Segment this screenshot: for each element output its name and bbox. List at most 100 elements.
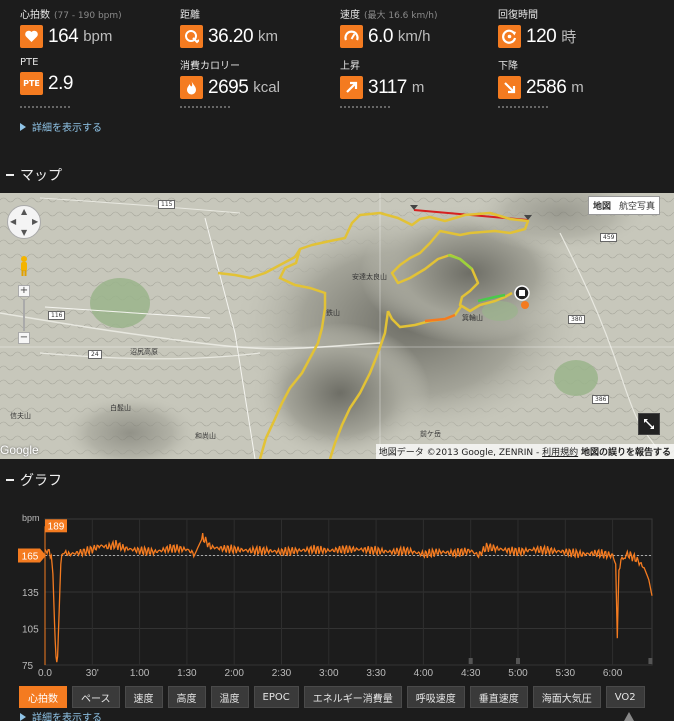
metric-tab[interactable]: VO2 — [605, 686, 645, 708]
map-type-satellite-button[interactable]: 航空写真 — [615, 197, 659, 214]
stat-value: 6.0 — [368, 25, 393, 47]
stat-unit: km — [258, 28, 279, 45]
place-label: 和尚山 — [195, 432, 216, 440]
map-section-header[interactable]: マップ — [6, 165, 62, 185]
place-label: 白髭山 — [110, 404, 131, 412]
pan-left-icon[interactable]: ◀ — [10, 217, 16, 226]
place-label: 箕輪山 — [462, 314, 483, 322]
x-tick-label: 2:30 — [272, 668, 292, 679]
terms-link[interactable]: 利用規約 — [542, 448, 578, 458]
scroll-up-icon[interactable] — [624, 712, 634, 721]
stat-label: 上昇 — [340, 61, 360, 72]
zoom-slider[interactable] — [23, 299, 25, 331]
metric-tab[interactable]: 心拍数 — [19, 686, 67, 708]
metric-tabs: 心拍数 ペース 速度 高度 温度 EPOC エネルギー消費量 呼吸速度 垂直速度 海面大気圧 VO2 — [19, 686, 645, 708]
metric-tab[interactable]: 速度 — [124, 686, 163, 708]
stat-unit: m — [411, 79, 425, 96]
stat-distance: 距離 36.20 km — [180, 6, 335, 48]
metric-tab[interactable]: 温度 — [210, 686, 249, 708]
place-label: 安達太良山 — [352, 273, 387, 281]
road-number-badge: 116 — [48, 311, 66, 320]
collapse-icon — [6, 174, 14, 176]
x-tick-label: 5:00 — [508, 668, 528, 679]
x-tick-label: 0.0 — [38, 668, 52, 679]
expand-triangle-icon — [20, 712, 26, 721]
y-tick-label: 75 — [22, 661, 34, 672]
stat-speedometer: 速度 (最大 16.6 km/h) 6.0 km/h — [340, 6, 495, 48]
metric-tab[interactable]: ペース — [72, 686, 120, 708]
pan-right-icon[interactable]: ▶ — [32, 217, 38, 226]
pan-control[interactable]: ▲ ▼ ◀ ▶ — [7, 205, 41, 239]
graph-section-title: グラフ — [20, 473, 62, 489]
metric-tab[interactable]: 海面大気圧 — [532, 686, 601, 708]
stat-value: 120 — [526, 25, 557, 47]
pan-up-icon[interactable]: ▲ — [21, 207, 27, 216]
stat-label: 速度 (最大 16.6 km/h) — [340, 10, 438, 21]
google-logo: Google — [0, 443, 39, 457]
stat-unit: m — [571, 79, 584, 96]
x-tick-label: 1:30 — [177, 668, 197, 679]
terrain-background — [0, 193, 674, 459]
place-label: 前ケ岳 — [420, 430, 441, 438]
stat-recovery: 回復時間 120 時 — [498, 6, 653, 48]
x-tick-label: 3:00 — [319, 668, 339, 679]
lap-marker — [515, 658, 520, 664]
metric-tab[interactable]: エネルギー消費量 — [303, 686, 402, 708]
stat-value: 2586 — [526, 76, 567, 98]
stat-ascent: 上昇 3117 m — [340, 57, 495, 99]
descent-icon — [498, 76, 521, 99]
place-label: 鉄山 — [326, 309, 340, 317]
place-label: 信夫山 — [10, 412, 31, 420]
show-details-link[interactable]: 詳細を表示する — [20, 119, 102, 134]
flame-icon — [180, 76, 203, 99]
stat-label: 距離 — [180, 10, 200, 21]
y-unit-label: bpm — [22, 513, 40, 523]
map-type-control: 地図 航空写真 — [587, 196, 660, 215]
lap-marker — [468, 658, 473, 664]
metric-tab[interactable]: 垂直速度 — [469, 686, 528, 708]
pegman-icon[interactable] — [18, 255, 30, 277]
stat-unit: km/h — [397, 28, 431, 45]
road-number-badge: 459 — [600, 233, 618, 242]
map-data-credit: 地図データ ©2013 Google, ZENRIN — [378, 448, 534, 458]
metric-tab[interactable]: 高度 — [167, 686, 206, 708]
lap-marker — [648, 658, 653, 664]
place-label: 沼尻高原 — [130, 348, 158, 356]
truncated-stats-row — [0, 106, 674, 112]
expand-arrows-icon — [644, 419, 654, 429]
pte-icon: PTE — [20, 72, 43, 95]
chart-svg: 75 105 135 bpm 0.0 30' 1:00 1:30 2:00 2:30 3:00 3:3… — [18, 513, 653, 679]
graph-section-header[interactable]: グラフ — [6, 470, 62, 490]
stat-heart: 心拍数 (77 - 190 bpm) 164 bpm — [20, 6, 175, 48]
summary-stats: 心拍数 (77 - 190 bpm) 164 bpm 距離 36.20 km 速度… — [0, 0, 674, 153]
stat-unit: 時 — [561, 29, 577, 46]
stat-label: PTE — [20, 57, 39, 68]
show-details-link-2[interactable]: 詳細を表示する — [20, 709, 102, 721]
stat-value: 2.9 — [48, 72, 73, 94]
stat-unit: bpm — [83, 28, 113, 45]
distance-icon — [180, 25, 203, 48]
x-tick-label: 30' — [86, 668, 99, 679]
road-number-badge: 380 — [568, 315, 586, 324]
pan-down-icon[interactable]: ▼ — [21, 228, 27, 237]
stat-descent: 下降 2586 m — [498, 57, 653, 99]
stat-label: 消費カロリー — [180, 61, 240, 72]
map-type-map-button[interactable]: 地図 — [589, 197, 615, 214]
speedometer-icon — [340, 25, 363, 48]
fullscreen-button[interactable] — [638, 413, 660, 435]
y-tick-label: 105 — [22, 625, 39, 636]
road-number-badge: 386 — [592, 395, 610, 404]
report-error-link[interactable]: 地図の誤りを報告する — [581, 448, 671, 458]
stat-label: 下降 — [498, 61, 518, 72]
zoom-out-button[interactable]: − — [18, 332, 30, 344]
metric-tab[interactable]: 呼吸速度 — [406, 686, 465, 708]
zoom-in-button[interactable]: + — [18, 285, 30, 297]
heart-icon — [20, 25, 43, 48]
stat-unit: kcal — [253, 79, 280, 96]
route-map[interactable]: 安達太良山 鉄山 箕輪山 沼尻高原 白髭山 前ケ岳 和尚山 信夫山 115 11… — [0, 193, 674, 459]
metric-tab[interactable]: EPOC — [253, 686, 299, 708]
stat-value: 36.20 — [208, 25, 254, 47]
x-tick-label: 4:00 — [414, 668, 434, 679]
stat-flame: 消費カロリー 2695 kcal — [180, 57, 335, 99]
avg-label: 165 — [22, 552, 39, 563]
